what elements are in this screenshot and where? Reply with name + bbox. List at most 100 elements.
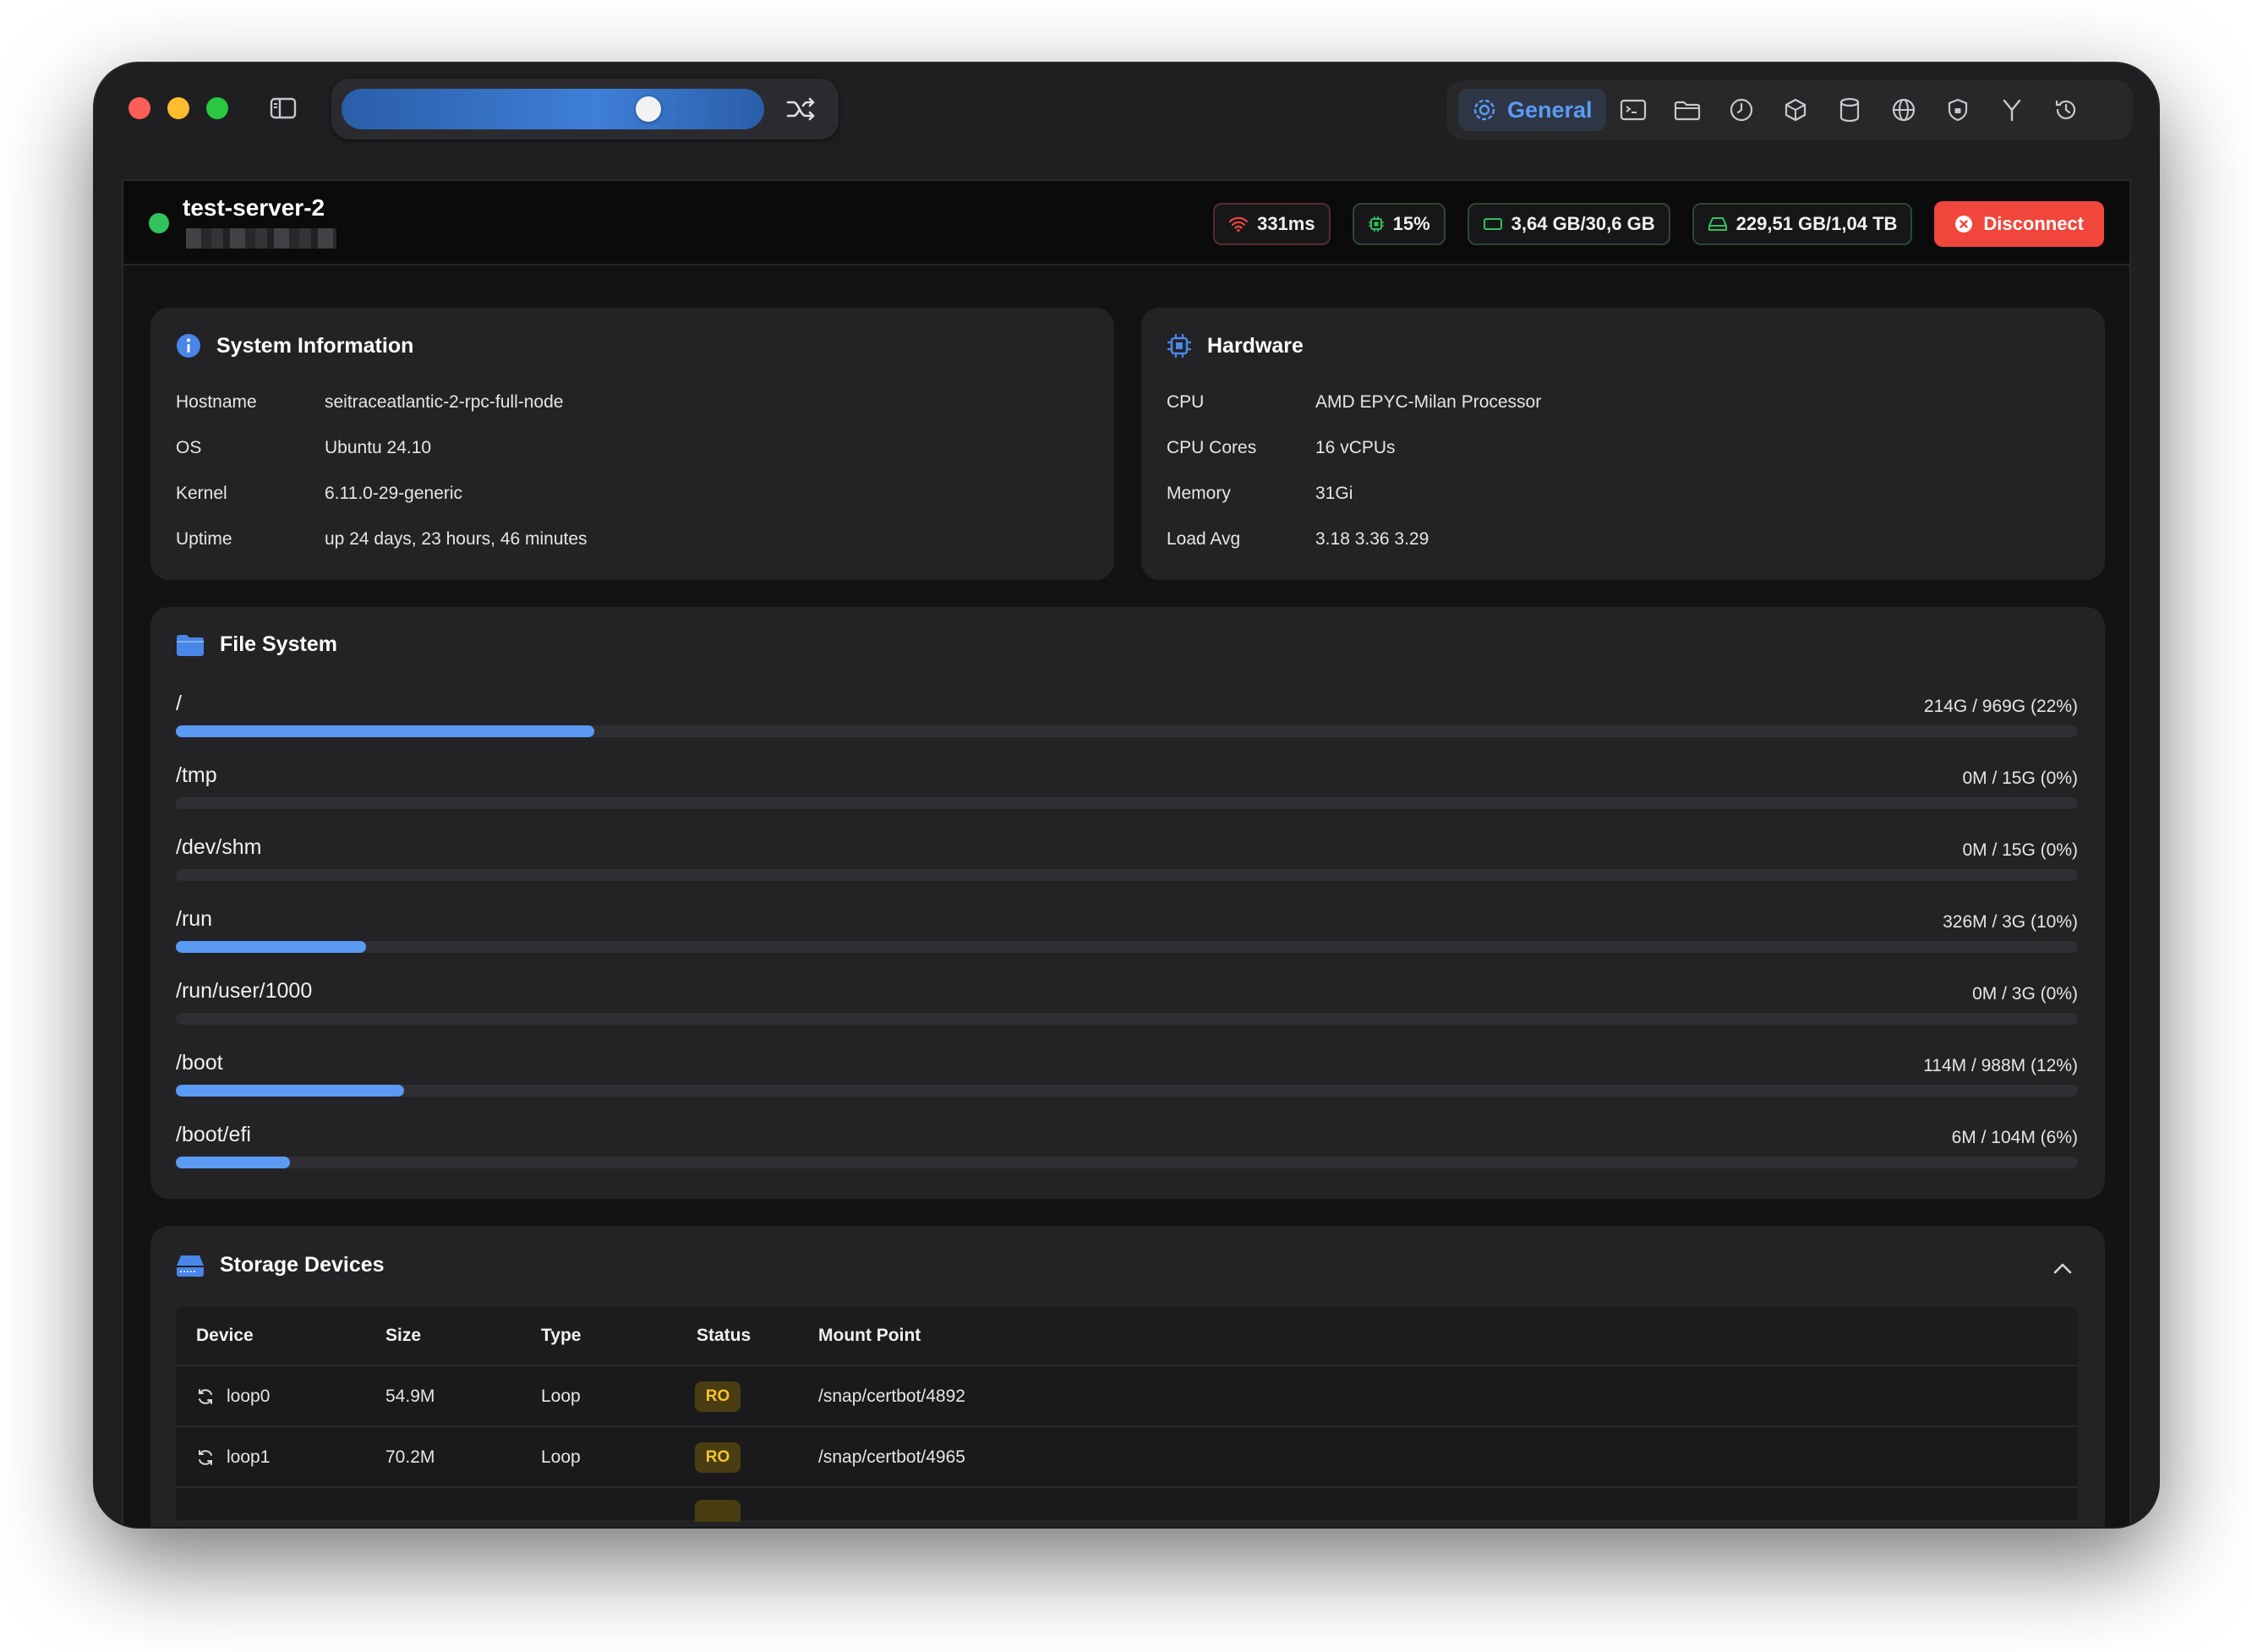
info-icon (176, 333, 201, 358)
type-cell: Loop (541, 1447, 581, 1468)
disconnect-button[interactable]: Disconnect (1934, 201, 2104, 247)
device-cell: loop1 (196, 1447, 270, 1468)
mount-usage-bar (176, 1013, 2078, 1025)
mount-usage-fill (176, 1157, 290, 1168)
device-name: loop0 (227, 1387, 270, 1407)
column-header-device: Device (196, 1326, 254, 1346)
device-cell: loop0 (196, 1387, 270, 1407)
mount-row: / 214G / 969G (22%) (176, 692, 2078, 751)
column-header-size: Size (385, 1326, 421, 1346)
mount-row: /boot/efi 6M / 104M (6%) (176, 1123, 2078, 1182)
hardware-card: Hardware CPU AMD EPYC-Milan Processor CP… (1141, 308, 2105, 580)
window-minimize-button[interactable] (167, 97, 189, 119)
mount-point-cell: /snap/certbot/4965 (818, 1447, 965, 1468)
hardware-title-text: Hardware (1207, 334, 1304, 358)
system-info-key: Hostname (176, 392, 328, 413)
mount-usage-bar (176, 1157, 2078, 1168)
storage-drive-icon (176, 1254, 205, 1277)
mount-usage-bar (176, 1085, 2078, 1097)
cpu-pill: 15% (1353, 203, 1446, 245)
mount-path: / (176, 692, 182, 716)
mount-usage-bar (176, 941, 2078, 953)
tab-git[interactable] (1985, 89, 2039, 131)
mount-path: /boot/efi (176, 1123, 251, 1147)
disconnect-label: Disconnect (1983, 213, 2084, 235)
table-row[interactable]: loop0 54.9M Loop RO /snap/certbot/4892 (176, 1365, 2078, 1425)
status-badge-partial (695, 1500, 741, 1522)
connection-status-dot (149, 213, 169, 233)
main-content: test-server-2 331ms 15% 3,64 GB/30,6 GB (122, 179, 2131, 1527)
system-info-title: System Information (176, 333, 413, 358)
slider-knob[interactable] (636, 96, 661, 122)
memory-icon (1483, 216, 1503, 232)
tab-history[interactable] (2039, 89, 2093, 131)
system-info-value: 6.11.0-29-generic (325, 484, 462, 504)
table-row[interactable]: loop1 70.2M Loop RO /snap/certbot/4965 (176, 1425, 2078, 1486)
package-icon (1783, 97, 1808, 123)
server-name: test-server-2 (183, 194, 325, 222)
tab-network[interactable] (1877, 89, 1931, 131)
disk-value: 229,51 GB/1,04 TB (1736, 213, 1898, 235)
tab-packages[interactable] (1768, 89, 1823, 131)
chevron-up-icon (2052, 1261, 2073, 1275)
system-info-value: Ubuntu 24.10 (325, 438, 431, 458)
database-icon (1838, 97, 1861, 123)
hardware-key: CPU Cores (1167, 438, 1319, 458)
tab-terminal[interactable] (1606, 89, 1660, 131)
collapse-button[interactable] (2046, 1251, 2080, 1285)
system-info-value: up 24 days, 23 hours, 46 minutes (325, 529, 588, 550)
mount-usage-fill (176, 1085, 404, 1097)
latency-pill: 331ms (1213, 203, 1331, 245)
sidebar-toggle-button[interactable] (262, 89, 304, 128)
storage-devices-title-text: Storage Devices (220, 1253, 385, 1277)
server-switcher (331, 79, 839, 139)
storage-devices-card: Storage Devices Device Size Type Status … (150, 1226, 2105, 1527)
mount-row: /boot 114M / 988M (12%) (176, 1051, 2078, 1110)
hardware-value: 16 vCPUs (1315, 438, 1396, 458)
general-gear-icon (1472, 97, 1497, 123)
latency-value: 331ms (1257, 213, 1315, 235)
tab-security[interactable] (1931, 89, 1985, 131)
mount-usage: 0M / 3G (0%) (1972, 984, 2078, 1004)
storage-table: Device Size Type Status Mount Point loop… (176, 1307, 2078, 1520)
mount-usage-fill (176, 941, 366, 953)
window-maximize-button[interactable] (206, 97, 228, 119)
hardware-key: Load Avg (1167, 529, 1319, 550)
refresh-icon (196, 1387, 215, 1406)
clock-icon (1729, 97, 1754, 123)
device-name: loop1 (227, 1447, 270, 1468)
tab-general[interactable]: General (1458, 89, 1606, 131)
mount-path: /boot (176, 1051, 223, 1075)
metrics-bar: 331ms 15% 3,64 GB/30,6 GB 229,51 GB/1,04… (1213, 201, 2104, 247)
table-header: Device Size Type Status Mount Point (176, 1307, 2078, 1365)
mount-usage: 114M / 988M (12%) (1923, 1056, 2078, 1076)
tab-files[interactable] (1660, 89, 1714, 131)
file-system-title-text: File System (220, 632, 337, 657)
status-badge: RO (695, 1381, 741, 1412)
hardware-value: 31Gi (1315, 484, 1353, 504)
hardware-title: Hardware (1167, 333, 1304, 358)
server-slider[interactable] (342, 89, 764, 129)
cpu-chip-icon (1167, 333, 1192, 358)
type-cell: Loop (541, 1387, 581, 1407)
mount-usage-bar (176, 797, 2078, 809)
shield-icon (1946, 97, 1970, 123)
mount-path: /dev/shm (176, 835, 261, 860)
tab-database[interactable] (1823, 89, 1877, 131)
mount-usage: 326M / 3G (10%) (1943, 912, 2078, 933)
terminal-icon (1620, 99, 1647, 121)
mount-usage: 0M / 15G (0%) (1962, 769, 2078, 789)
table-row-partial (176, 1486, 2078, 1520)
size-cell: 70.2M (385, 1447, 435, 1468)
window-close-button[interactable] (128, 97, 150, 119)
app-window: General (95, 63, 2158, 1527)
system-info-title-text: System Information (216, 334, 413, 358)
shuffle-button[interactable] (778, 89, 825, 129)
hardware-value: AMD EPYC-Milan Processor (1315, 392, 1541, 413)
hardware-key: Memory (1167, 484, 1319, 504)
folder-fill-icon (176, 633, 205, 657)
tab-schedule[interactable] (1714, 89, 1768, 131)
mount-row: /tmp 0M / 15G (0%) (176, 763, 2078, 823)
mount-usage: 214G / 969G (22%) (1924, 697, 2078, 717)
mount-usage-fill (176, 725, 594, 737)
